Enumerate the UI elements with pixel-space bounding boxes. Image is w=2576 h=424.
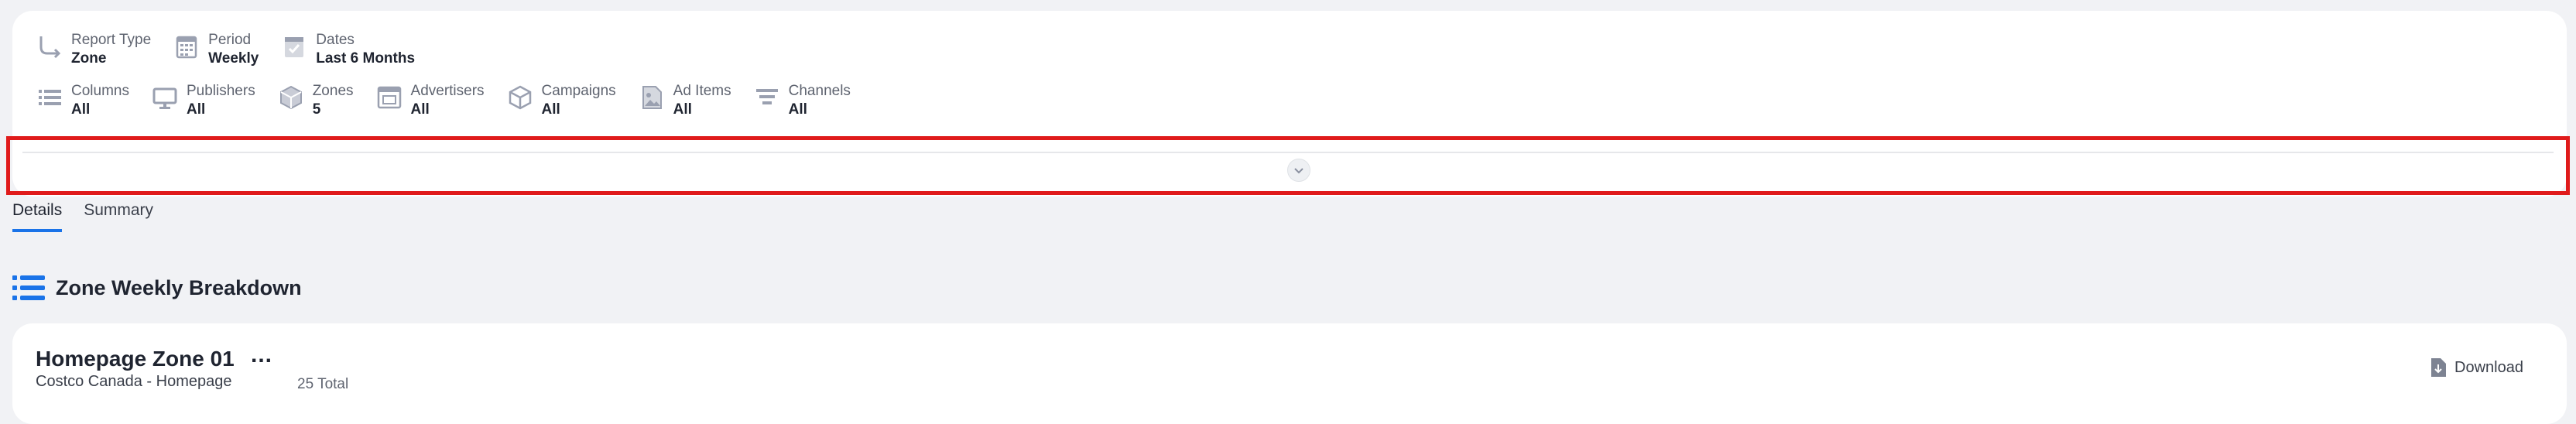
filter-label: Zones	[312, 83, 354, 99]
filter-value: Weekly	[208, 50, 259, 67]
filter-value: All	[788, 101, 807, 118]
box-icon	[506, 82, 534, 113]
tab-details[interactable]: Details	[12, 201, 63, 232]
filter-advertisers[interactable]: Advertisers All	[375, 82, 485, 119]
filter-value: Zone	[71, 50, 107, 67]
report-type-icon	[36, 31, 63, 62]
filter-label: Period	[208, 32, 252, 48]
download-file-icon	[2431, 358, 2447, 377]
list-icon	[12, 275, 45, 300]
filter-label: Publishers	[186, 83, 255, 99]
filter-channels[interactable]: Channels All	[753, 82, 851, 119]
zone-card: Homepage Zone 01 ... Costco Canada - Hom…	[12, 323, 2567, 424]
filter-value: All	[186, 101, 206, 118]
filter-ad-items[interactable]: Ad Items All	[638, 82, 731, 119]
date-check-icon	[280, 31, 308, 62]
filter-value: 5	[312, 101, 321, 118]
filter-columns[interactable]: Columns All	[36, 82, 129, 119]
filter-dates[interactable]: Dates Last 6 Months	[280, 31, 415, 68]
filter-value: All	[673, 101, 692, 118]
chevron-down-icon	[1294, 168, 1303, 174]
image-file-icon	[638, 82, 666, 113]
filter-label: Advertisers	[410, 83, 485, 99]
filter-campaigns[interactable]: Campaigns All	[506, 82, 616, 119]
download-label: Download	[2454, 358, 2523, 376]
download-button[interactable]: Download	[2430, 357, 2523, 378]
filter-label: Columns	[71, 83, 129, 99]
divider	[22, 152, 2554, 153]
more-options-button[interactable]: ...	[251, 342, 272, 368]
filter-label: Channels	[788, 83, 851, 99]
monitor-icon	[151, 82, 179, 113]
calendar-icon	[173, 31, 200, 62]
advertiser-icon	[375, 82, 403, 113]
filters-row-primary: Report Type Zone Period Weekly Dates Last 6…	[36, 31, 437, 68]
zone-title: Homepage Zone 01	[36, 347, 235, 371]
filter-label: Ad Items	[673, 83, 731, 99]
filters-row-secondary: Columns All Publishers All Zones 5 Advertis…	[36, 82, 872, 119]
filter-value: All	[541, 101, 560, 118]
filter-label: Dates	[316, 32, 355, 48]
filter-label: Report Type	[71, 32, 152, 48]
filter-value: All	[71, 101, 91, 118]
filter-value: All	[410, 101, 430, 118]
channels-icon	[753, 82, 781, 113]
zone-subtitle: Costco Canada - Homepage	[36, 373, 232, 390]
section-title: Zone Weekly Breakdown	[56, 275, 302, 299]
filters-expand-highlight	[6, 136, 2570, 195]
columns-icon	[36, 82, 63, 113]
filter-report-type[interactable]: Report Type Zone	[36, 31, 151, 68]
total-count: 25 Total	[297, 376, 349, 392]
filter-publishers[interactable]: Publishers All	[151, 82, 255, 119]
filter-period[interactable]: Period Weekly	[173, 31, 259, 68]
expand-filters-button[interactable]	[1287, 159, 1310, 182]
report-tabs: Details Summary	[12, 201, 175, 232]
section-header: Zone Weekly Breakdown	[12, 274, 302, 302]
filter-zones[interactable]: Zones 5	[277, 82, 354, 119]
filter-value: Last 6 Months	[316, 50, 416, 67]
cube-icon	[277, 82, 305, 113]
filter-label: Campaigns	[541, 83, 616, 99]
tab-summary[interactable]: Summary	[84, 201, 153, 232]
